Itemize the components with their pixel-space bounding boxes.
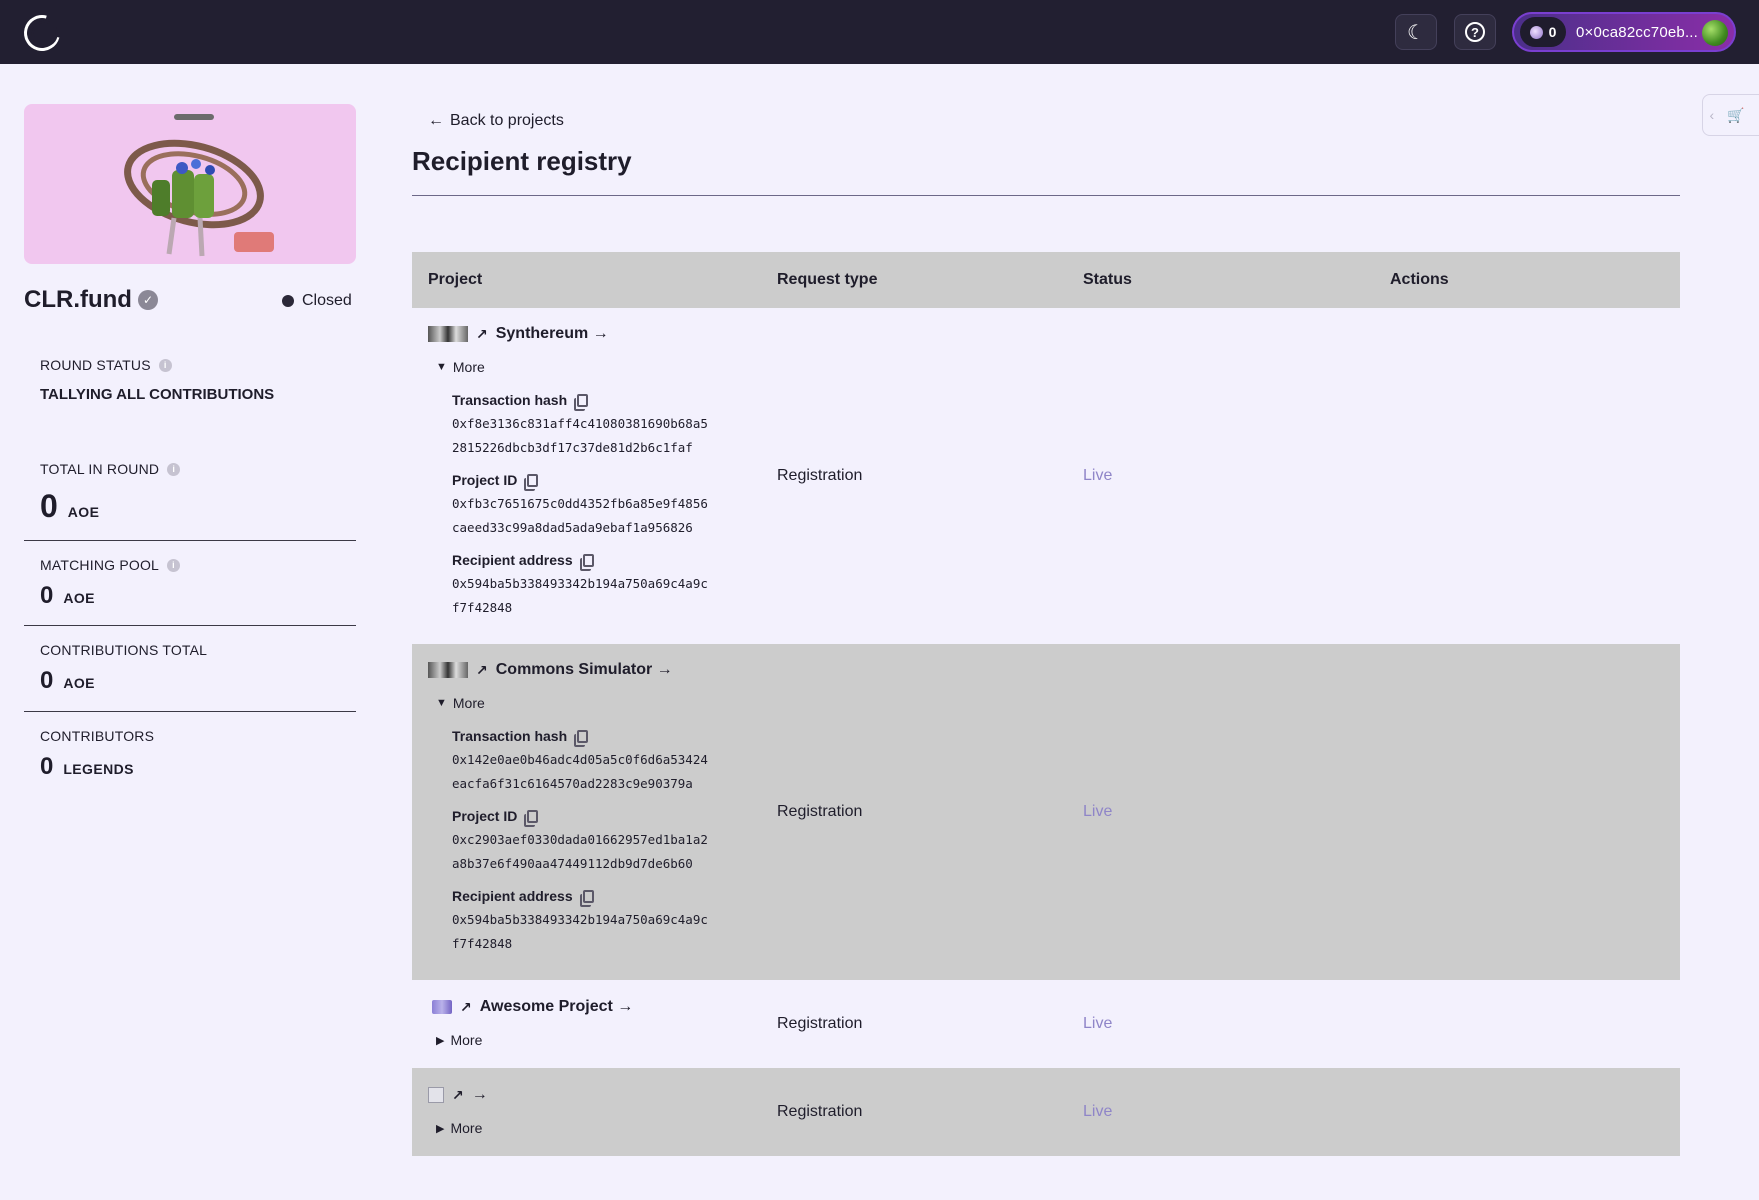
divider <box>24 711 356 712</box>
column-header-request-type: Request type <box>777 271 878 288</box>
copy-icon[interactable] <box>579 553 594 571</box>
more-toggle[interactable]: ▼ More <box>436 695 485 711</box>
cart-toggle-button[interactable]: ‹ 🛒 <box>1702 94 1759 136</box>
broken-image-icon <box>428 1087 444 1103</box>
app-logo-icon[interactable] <box>17 8 67 58</box>
caret-down-icon: ▼ <box>436 361 447 373</box>
more-toggle[interactable]: ▼ More <box>436 359 485 375</box>
status-badge: Live <box>1083 467 1113 484</box>
contributors-value: 0 LEGENDS <box>40 753 134 780</box>
total-in-round-label: TOTAL IN ROUND i <box>40 461 181 477</box>
project-id-label: Project ID <box>452 808 539 827</box>
copy-icon[interactable] <box>574 393 589 411</box>
project-thumbnail <box>428 326 468 342</box>
caret-down-icon: ▼ <box>436 697 447 709</box>
matching-pool-value: 0 AOE <box>40 582 95 609</box>
back-to-projects-link[interactable]: ← Back to projects <box>428 112 564 130</box>
top-bar: ☾ ? 0 0×0ca82cc70eb... <box>0 0 1759 64</box>
transaction-hash-label: Transaction hash <box>452 392 589 411</box>
page-title: Recipient registry <box>412 146 632 176</box>
table-row: ↗ Awesome Project → ▶ More Registration … <box>412 980 1680 1068</box>
round-status-value: TALLYING ALL CONTRIBUTIONS <box>40 386 275 403</box>
project-id-value: 0xc2903aef0330dada01662957ed1ba1a2 a8b37… <box>452 832 708 871</box>
wallet-address: 0×0ca82cc70eb... <box>1576 23 1699 41</box>
question-icon: ? <box>1465 22 1485 42</box>
column-header-project: Project <box>428 271 483 288</box>
info-icon[interactable]: i <box>167 462 181 476</box>
wallet-button[interactable]: 0 0×0ca82cc70eb... <box>1512 12 1736 52</box>
arrow-left-icon: ← <box>428 112 444 129</box>
round-banner-image <box>24 104 356 264</box>
divider <box>24 540 356 541</box>
transaction-hash-value: 0xf8e3136c831aff4c41080381690b68a5 28152… <box>452 416 708 455</box>
external-link-icon[interactable]: ↗ <box>460 999 472 1016</box>
external-link-icon[interactable]: ↗ <box>476 662 488 679</box>
project-title: CLR.fund ✓ <box>24 286 158 314</box>
matching-pool-label: MATCHING POOL i <box>40 557 181 573</box>
copy-icon[interactable] <box>574 729 589 747</box>
request-type: Registration <box>777 803 863 820</box>
column-header-status: Status <box>1083 271 1132 288</box>
external-link-icon[interactable]: ↗ <box>452 1087 464 1104</box>
external-link-icon[interactable]: ↗ <box>476 326 488 343</box>
project-id-label: Project ID <box>452 472 539 491</box>
status-badge: Live <box>1083 1103 1113 1120</box>
moon-icon: ☾ <box>1407 21 1425 44</box>
status-badge: Live <box>1083 803 1113 820</box>
status-dot-icon <box>282 295 294 307</box>
recipient-address-label: Recipient address <box>452 888 594 907</box>
project-link[interactable]: ↗ → <box>428 1086 488 1104</box>
copy-icon[interactable] <box>524 473 539 491</box>
cart-icon: 🛒 <box>1727 106 1745 123</box>
help-button[interactable]: ? <box>1454 14 1496 50</box>
total-in-round-value: 0 AOE <box>40 488 100 524</box>
table-header: Project Request type Status Actions <box>412 252 1680 308</box>
more-toggle[interactable]: ▶ More <box>436 1032 482 1048</box>
request-type: Registration <box>777 1103 863 1120</box>
recipient-address-value: 0x594ba5b338493342b194a750a69c4a9c f7f42… <box>452 912 708 951</box>
divider <box>412 195 1680 196</box>
contributors-label: CONTRIBUTORS <box>40 728 155 744</box>
wallet-balance: 0 <box>1520 17 1566 47</box>
token-icon <box>1529 25 1543 39</box>
copy-icon[interactable] <box>524 809 539 827</box>
caret-right-icon: ▶ <box>436 1122 445 1135</box>
project-thumbnail <box>432 1000 452 1014</box>
contributions-total-value: 0 AOE <box>40 667 95 694</box>
round-status-label: ROUND STATUS i <box>40 357 172 373</box>
status-badge: Live <box>1083 1015 1113 1032</box>
theme-toggle-button[interactable]: ☾ <box>1395 14 1437 50</box>
info-icon[interactable]: i <box>158 358 172 372</box>
column-header-actions: Actions <box>1390 271 1449 288</box>
table-row: ↗ Commons Simulator → ▼ More Transaction… <box>412 644 1680 980</box>
contributions-total-label: CONTRIBUTIONS TOTAL <box>40 642 208 658</box>
wallet-avatar <box>1702 20 1728 46</box>
request-type: Registration <box>777 467 863 484</box>
more-toggle[interactable]: ▶ More <box>436 1120 482 1136</box>
recipient-address-value: 0x594ba5b338493342b194a750a69c4a9c f7f42… <box>452 576 708 615</box>
divider <box>24 625 356 626</box>
recipient-address-label: Recipient address <box>452 552 594 571</box>
info-icon[interactable]: i <box>167 558 181 572</box>
transaction-hash-value: 0x142e0ae0b46adc4d05a5c0f6d6a53424 eacfa… <box>452 752 708 791</box>
copy-icon[interactable] <box>579 889 594 907</box>
project-link[interactable]: ↗ Synthereum → <box>428 325 609 343</box>
table-row: ↗ → ▶ More Registration Live <box>412 1068 1680 1156</box>
caret-right-icon: ▶ <box>436 1034 445 1047</box>
project-id-value: 0xfb3c7651675c0dd4352fb6a85e9f4856 caeed… <box>452 496 708 535</box>
project-link[interactable]: ↗ Awesome Project → <box>432 998 633 1016</box>
request-type: Registration <box>777 1015 863 1032</box>
verified-badge-icon: ✓ <box>137 290 158 310</box>
project-thumbnail <box>428 662 468 678</box>
project-link[interactable]: ↗ Commons Simulator → <box>428 661 673 679</box>
chevron-left-icon: ‹ <box>1709 107 1715 123</box>
round-status-badge: Closed <box>282 292 352 310</box>
transaction-hash-label: Transaction hash <box>452 728 589 747</box>
table-row: ↗ Synthereum → ▼ More Transaction hash 0… <box>412 308 1680 644</box>
